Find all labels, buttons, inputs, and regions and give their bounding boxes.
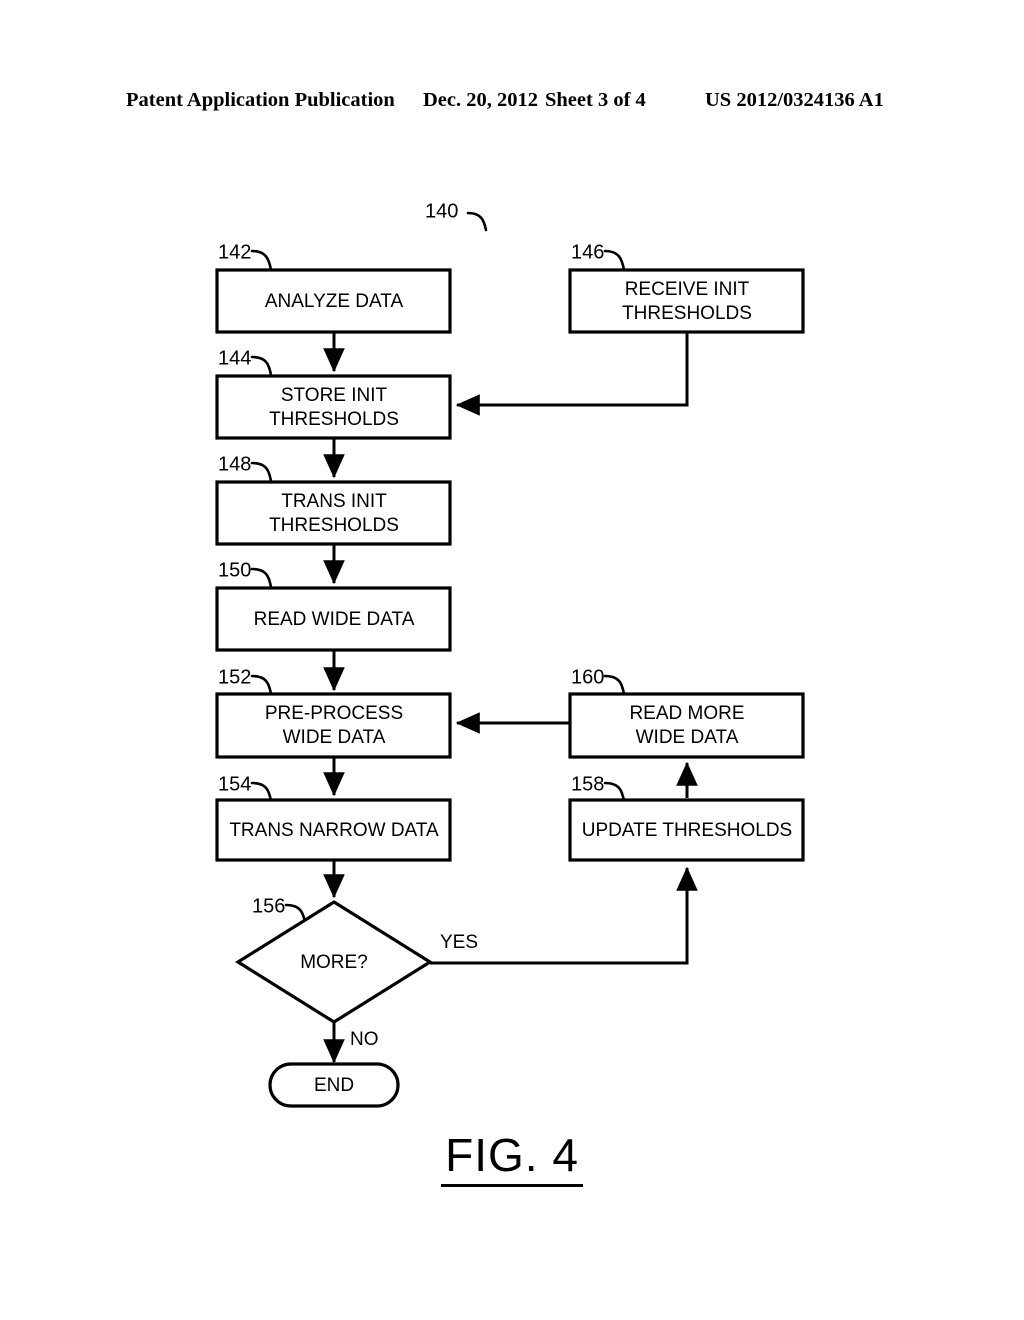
patent-page: Patent Application Publication Dec. 20, … (0, 0, 1024, 1320)
figure-caption: FIG. 4 (0, 1128, 1024, 1187)
lead-line-150 (250, 567, 273, 589)
ref-numeral-140: 140 (425, 200, 458, 222)
edge-label-yes: YES (440, 932, 478, 953)
process-label-line2: WIDE DATA (283, 727, 386, 748)
ref-numeral-148: 148 (218, 453, 251, 475)
ref-numeral-154: 154 (218, 773, 251, 795)
lead-line-148 (250, 461, 273, 483)
ref-numeral-144: 144 (218, 347, 251, 369)
lead-line-140 (466, 211, 488, 232)
decision-label: MORE? (300, 952, 368, 973)
process-label-line1: PRE-PROCESS (265, 703, 403, 724)
process-node-trans-narrow-data: TRANS NARROW DATA (215, 798, 452, 862)
process-label-line2: WIDE DATA (636, 727, 739, 748)
process-label-line1: TRANS NARROW DATA (229, 820, 439, 841)
lead-line-144 (250, 355, 273, 377)
lead-line-146 (603, 249, 626, 272)
process-label-line1: RECEIVE INIT (625, 279, 750, 300)
process-label-line1: READ MORE (629, 703, 744, 724)
flowchart-nodes: ANALYZE DATA RECEIVE INIT THRESHOLDS STO… (215, 268, 805, 1108)
lead-line-156 (284, 903, 307, 924)
lead-line-154 (250, 781, 273, 803)
terminator-label: END (314, 1075, 354, 1096)
process-node-read-more-wide-data: READ MORE WIDE DATA (568, 692, 805, 759)
process-label-line2: THRESHOLDS (269, 515, 399, 536)
flowchart-figure: 140 142 146 144 148 150 152 160 154 158 … (215, 200, 805, 1108)
process-label-line2: THRESHOLDS (622, 303, 752, 324)
ref-numeral-142: 142 (218, 241, 251, 263)
process-node-store-init-thresholds: STORE INIT THRESHOLDS (215, 374, 452, 440)
ref-numeral-156: 156 (252, 895, 285, 917)
process-node-analyze-data: ANALYZE DATA (215, 268, 452, 334)
ref-numeral-152: 152 (218, 666, 251, 688)
process-label-line1: READ WIDE DATA (254, 609, 415, 630)
ref-numeral-150: 150 (218, 559, 251, 581)
connector-receive-to-store (455, 332, 689, 416)
ref-numeral-158: 158 (571, 773, 604, 795)
process-label-line1: ANALYZE DATA (265, 291, 404, 312)
process-label-line1: TRANS INIT (281, 491, 387, 512)
lead-line-152 (250, 674, 273, 696)
ref-numeral-146: 146 (571, 241, 604, 263)
process-label-line1: STORE INIT (281, 385, 388, 406)
edge-label-no: NO (350, 1029, 379, 1050)
process-label-line2: THRESHOLDS (269, 409, 399, 430)
process-node-trans-init-thresholds: TRANS INIT THRESHOLDS (215, 480, 452, 546)
lead-line-160 (603, 674, 626, 696)
process-node-preprocess-wide-data: PRE-PROCESS WIDE DATA (215, 692, 452, 759)
lead-line-142 (250, 249, 273, 272)
lead-line-158 (603, 781, 626, 803)
terminator-node-end: END (268, 1062, 400, 1108)
process-node-update-thresholds: UPDATE THRESHOLDS (568, 798, 805, 862)
process-label-line1: UPDATE THRESHOLDS (582, 820, 792, 841)
decision-node-more: MORE? (234, 900, 434, 1024)
figure-caption-text: FIG. 4 (441, 1129, 583, 1187)
ref-numeral-160: 160 (571, 666, 604, 688)
process-node-receive-init-thresholds: RECEIVE INIT THRESHOLDS (568, 268, 805, 334)
process-node-read-wide-data: READ WIDE DATA (215, 586, 452, 652)
